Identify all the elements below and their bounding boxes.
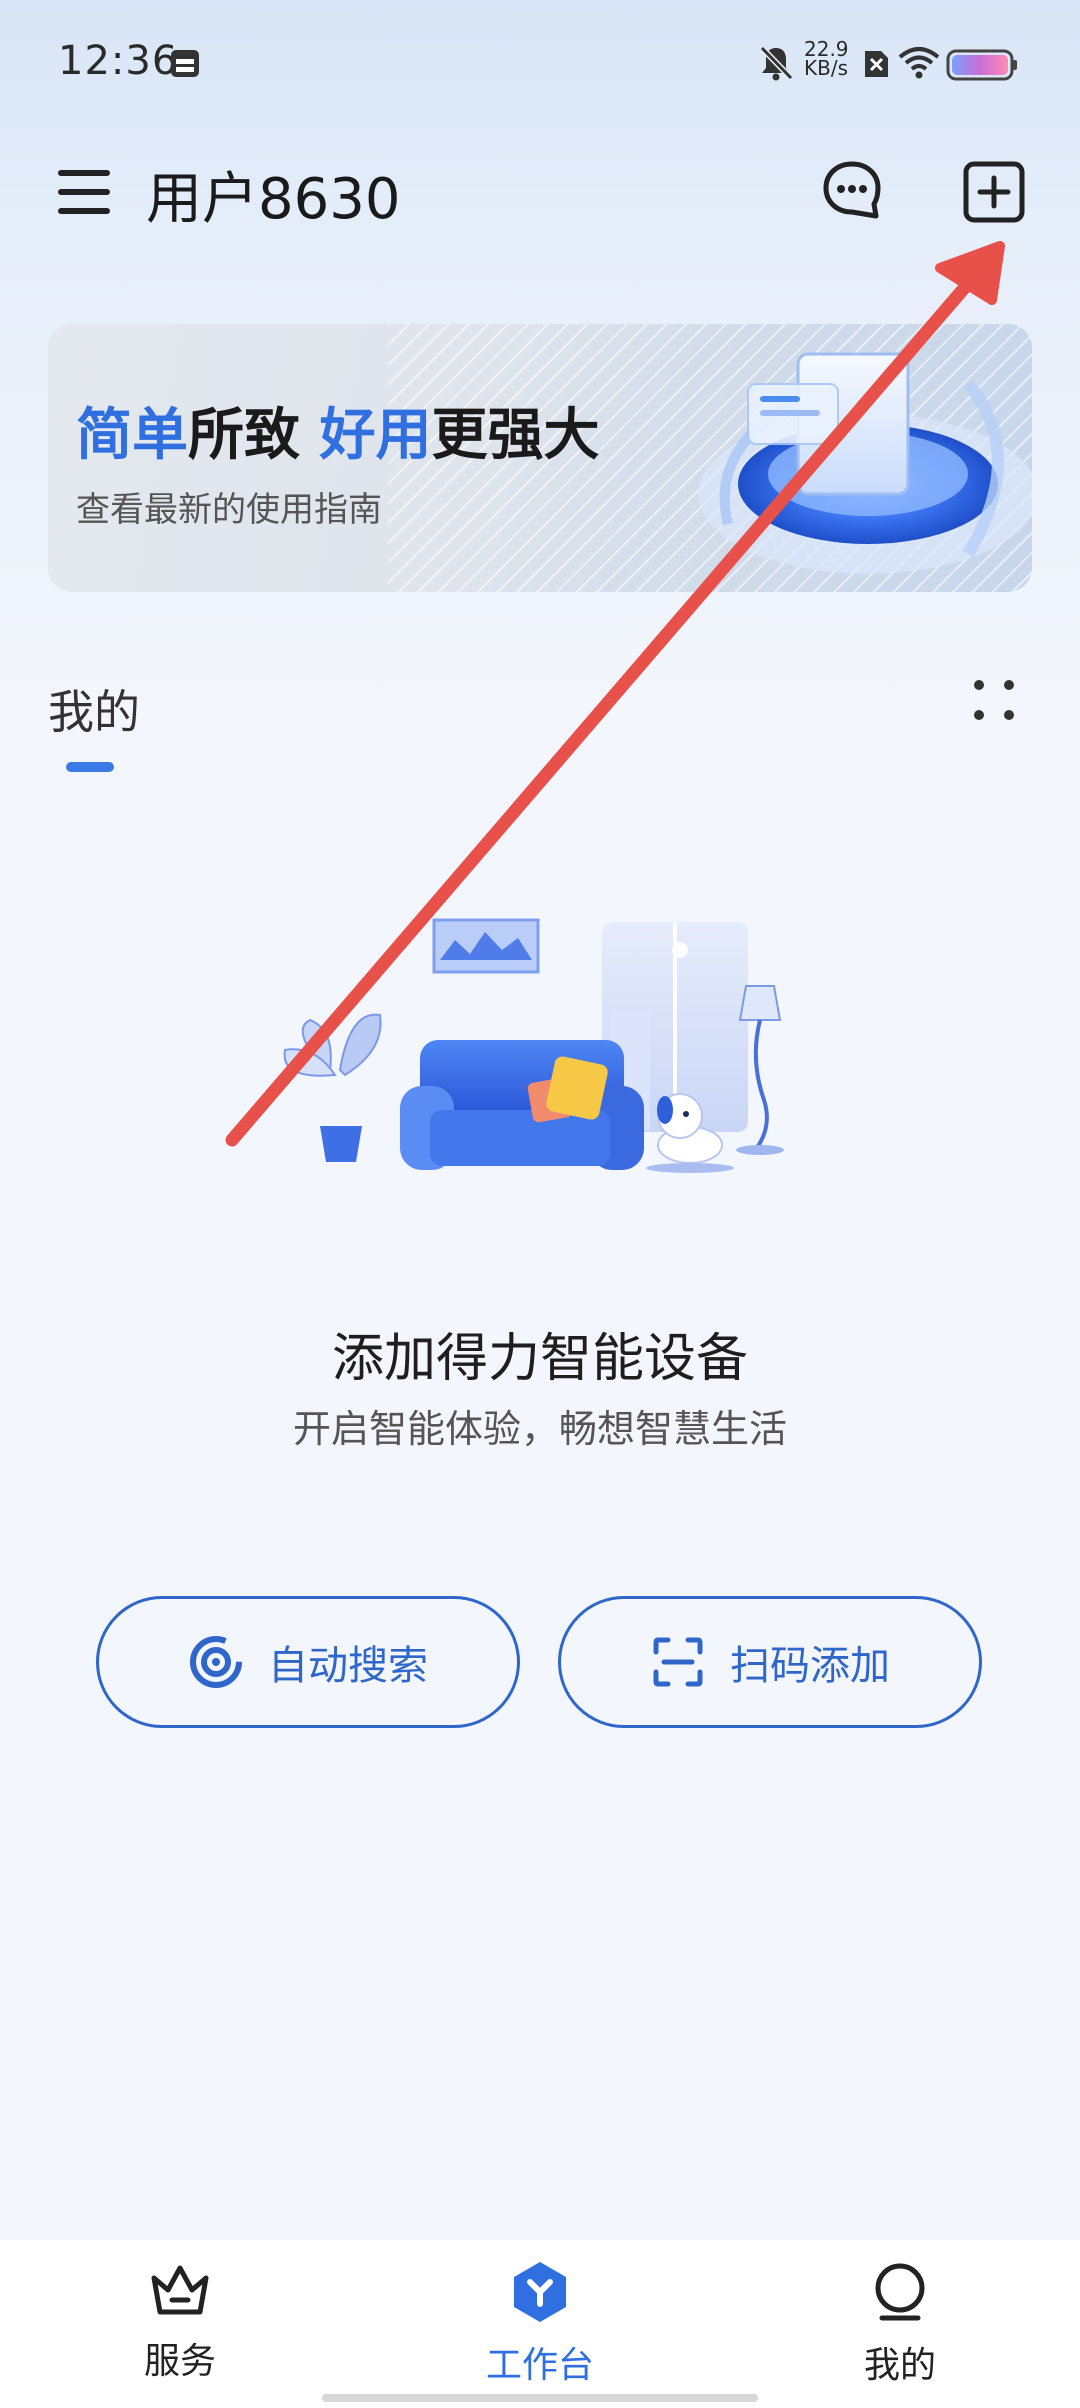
auto-search-button[interactable]: 自动搜索 — [96, 1596, 520, 1728]
status-time: 12:36 — [58, 38, 179, 84]
empty-state-title: 添加得力智能设备 — [331, 1329, 748, 1389]
empty-state-subtitle: 开启智能体验，畅想智慧生活 — [292, 1407, 787, 1451]
bottom-nav: 服务 工作台 我的 — [0, 2240, 1080, 2408]
add-icon[interactable] — [962, 160, 1026, 224]
scan-icon — [653, 1637, 703, 1687]
radar-icon — [190, 1636, 242, 1688]
workbench-icon — [514, 2262, 566, 2322]
banner-subtitle: 查看最新的使用指南 — [76, 490, 382, 530]
menu-icon[interactable] — [58, 170, 110, 214]
home-indicator — [322, 2394, 758, 2402]
banner-title-text-2: 更强大 — [431, 403, 600, 468]
grid-view-icon[interactable] — [970, 676, 1018, 724]
banner-title-highlight-1: 简单 — [76, 403, 188, 468]
banner-title-highlight-2: 好用 — [319, 403, 432, 468]
section-title-mine[interactable]: 我的 — [48, 676, 140, 742]
nav-label-mine: 我的 — [863, 2345, 936, 2386]
message-icon[interactable] — [820, 158, 884, 222]
guide-banner[interactable]: 简单所致 好用更强大 查看最新的使用指南 — [48, 324, 1032, 592]
username-title: 用户8630 — [146, 167, 401, 232]
banner-title: 简单所致 好用更强大 — [76, 390, 600, 471]
auto-search-label: 自动搜索 — [268, 1643, 428, 1689]
nav-label-workbench: 工作台 — [485, 2345, 594, 2386]
net-speed-unit: KB/s — [804, 56, 848, 80]
banner-title-text-1: 所致 — [188, 403, 320, 468]
nav-item-mine[interactable]: 我的 — [800, 2260, 1000, 2388]
calendar-icon — [171, 50, 199, 77]
scan-add-label: 扫码添加 — [730, 1643, 890, 1689]
banner-device-illustration — [698, 352, 1032, 574]
mute-icon — [759, 45, 794, 81]
empty-room-illustration — [283, 918, 784, 1173]
status-bar: 12:36 22.9 KB/s — [0, 0, 1080, 120]
nav-label-services: 服务 — [143, 2341, 216, 2382]
section-tab-indicator — [66, 762, 114, 772]
crown-icon — [151, 2265, 209, 2315]
nav-item-workbench[interactable]: 工作台 — [440, 2260, 640, 2388]
nav-item-services[interactable]: 服务 — [80, 2260, 280, 2384]
battery-icon — [946, 49, 1017, 81]
profile-icon — [875, 2263, 925, 2321]
scan-add-button[interactable]: 扫码添加 — [558, 1596, 982, 1728]
sim-off-icon — [865, 51, 888, 77]
wifi-icon — [898, 47, 940, 79]
net-speed: 22.9 KB/s — [804, 39, 849, 80]
